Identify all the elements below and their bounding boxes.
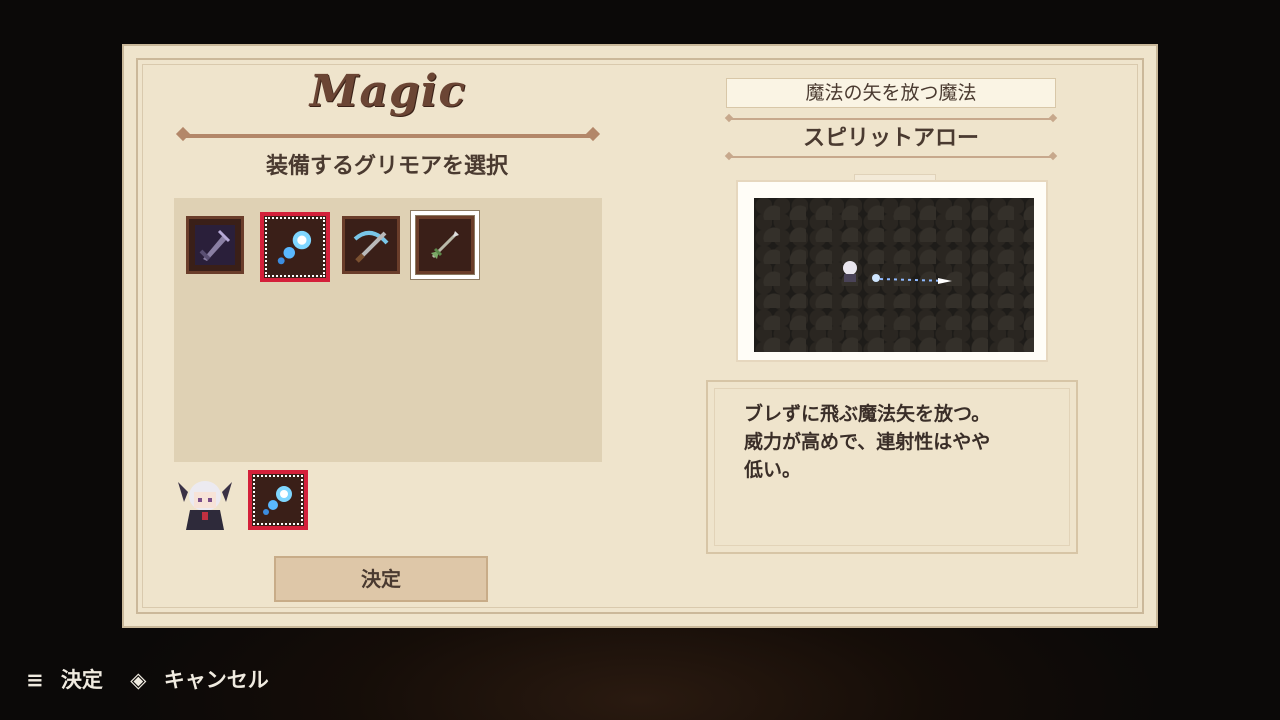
description-box: ブレずに飛ぶ魔法矢を放つ。 威力が高めで、連射性はやや 低い。 — [706, 380, 1078, 554]
button-a-icon: ≡ — [26, 668, 44, 692]
grimoire-slot-arrow[interactable] — [411, 211, 479, 279]
equipped-grimoire-slot[interactable] — [248, 470, 308, 530]
spirit-orb-icon — [263, 486, 292, 515]
arrow-icon — [431, 231, 459, 259]
magic-name: スピリットアロー — [802, 126, 979, 151]
cancel-hint: ◈ キャンセル — [130, 668, 278, 692]
preview-scene — [843, 261, 952, 284]
magic-panel: Magic 装備するグリモアを選択 決定 魔法の矢を放つ魔法 スピリットアロー … — [122, 44, 1158, 628]
confirm-button[interactable]: 決定 — [274, 556, 488, 602]
crossbow-icon — [353, 231, 389, 263]
confirm-hint-label: 決定 — [60, 668, 103, 692]
magic-description: ブレずに飛ぶ魔法矢を放つ。 威力が高めで、連射性はやや 低い。 — [744, 403, 991, 481]
grimoire-slot-spirit-orb[interactable] — [260, 212, 330, 282]
character-avatar — [178, 481, 232, 530]
grimoire-slot-dark-sword[interactable] — [186, 216, 244, 274]
grimoire-slot-crossbow[interactable] — [342, 216, 400, 274]
magic-preview — [736, 180, 1048, 362]
button-b-icon: ◈ — [130, 668, 147, 692]
spirit-orb-icon — [277, 230, 312, 265]
cancel-hint-label: キャンセル — [163, 668, 269, 692]
name-rule-bottom — [730, 156, 1052, 158]
preview-screen — [754, 198, 1034, 352]
confirm-hint: ≡ 決定 — [26, 668, 113, 692]
panel-subtitle: 装備するグリモアを選択 — [265, 154, 508, 179]
magic-category-label: 魔法の矢を放つ魔法 — [726, 78, 1056, 108]
button-hints: ≡ 決定 ◈ キャンセル — [26, 664, 289, 694]
grimoire-grid — [174, 198, 602, 462]
title-divider — [186, 134, 590, 138]
dark-sword-icon — [195, 225, 235, 265]
panel-title: Magic — [309, 66, 467, 117]
